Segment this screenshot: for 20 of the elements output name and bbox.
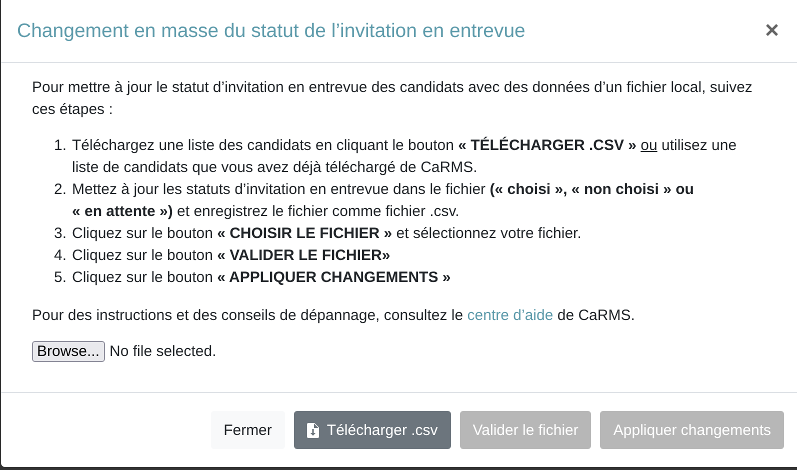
step-text: Cliquez sur le bouton « APPLIQUER CHANGEMENTS » [72, 268, 451, 288]
file-download-icon [306, 422, 319, 438]
modal-title: Changement en masse du statut de l’invitation en entrevue [17, 20, 526, 42]
help-text: Pour des instructions et des conseils de dépannage, consultez le centre d’aide de CaRMS. [32, 306, 636, 326]
help-center-link[interactable]: centre d’aide [467, 307, 554, 324]
step-text: Téléchargez une liste des candidats en cliquant le bouton « TÉLÉCHARGER .CSV » ou utilisez une liste de candidats que vous avez déjà téléchargé de CaRMS. [72, 136, 738, 178]
step-number: 2. [54, 180, 68, 200]
step-text: Cliquez sur le bouton « CHOISIR LE FICHIER » et sélectionnez votre fichier. [72, 224, 582, 244]
step-number: 5. [54, 268, 68, 288]
step-number: 4. [54, 246, 68, 266]
file-status: No file selected. [110, 343, 216, 360]
footer-button[interactable]: Télécharger .csv [294, 411, 451, 449]
browse-button[interactable]: Browse... [32, 341, 105, 362]
close-button[interactable]: × [762, 17, 781, 45]
footer-button[interactable]: Fermer [210, 411, 285, 449]
step-text: Mettez à jour les statuts d’invitation en entrevue dans le fichier (« choisi », « non choisi » ou « en attente ») et enregistrez le fichier comme fichier .csv. [72, 180, 695, 222]
step-number: 3. [54, 224, 68, 244]
step-number: 1. [54, 136, 68, 156]
intro-text: Pour mettre à jour le statut d’invitation en entrevue des candidats avec des données d’un fichier local, suivez ces étapes : [32, 78, 754, 120]
step-text: Cliquez sur le bouton « VALIDER LE FICHIER» [72, 246, 390, 266]
